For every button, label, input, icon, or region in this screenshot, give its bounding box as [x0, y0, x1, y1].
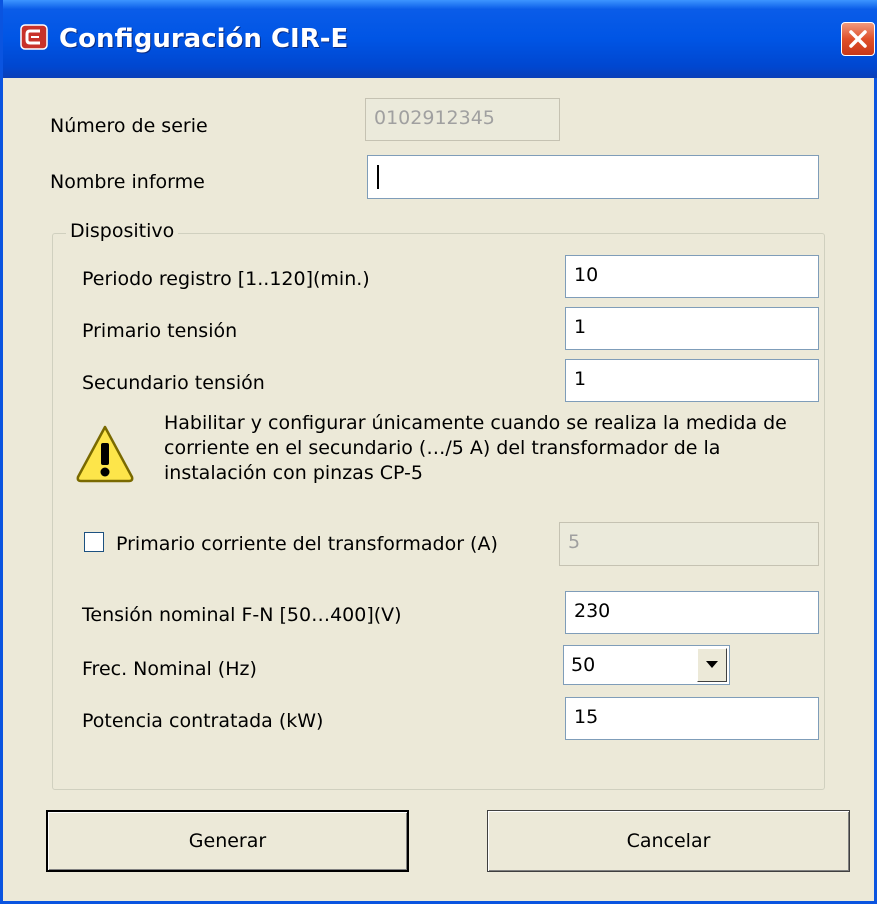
window-title: Configuración CIR-E	[59, 24, 349, 54]
serial-number-field: 0102912345	[365, 98, 560, 141]
device-group-title: Dispositivo	[66, 220, 179, 242]
nominal-freq-value: 50	[571, 654, 596, 676]
text-caret	[377, 165, 379, 189]
secondary-voltage-label: Secundario tensión	[82, 372, 265, 394]
generate-button[interactable]: Generar	[46, 810, 409, 872]
chevron-down-icon	[706, 661, 718, 668]
transformer-current-checkbox[interactable]	[84, 532, 104, 552]
report-name-label: Nombre informe	[50, 171, 205, 193]
cancel-button[interactable]: Cancelar	[487, 810, 850, 872]
app-logo-icon	[20, 24, 48, 50]
warning-line: Habilitar y configurar únicamente cuando…	[164, 412, 787, 434]
secondary-voltage-input[interactable]: 1	[565, 359, 819, 402]
dialog-window: Configuración CIR-E Número de serie 0102…	[0, 0, 877, 904]
serial-number-label: Número de serie	[50, 115, 208, 137]
period-label: Periodo registro [1..120](min.)	[82, 268, 370, 290]
close-icon	[849, 30, 867, 48]
report-name-input[interactable]	[367, 155, 819, 199]
warning-icon	[76, 425, 134, 483]
nominal-voltage-label: Tensión nominal F-N [50…400](V)	[82, 604, 402, 626]
nominal-voltage-input[interactable]: 230	[565, 591, 819, 634]
dialog-body: Número de serie 0102912345 Nombre inform…	[6, 78, 871, 898]
period-input[interactable]: 10	[565, 255, 819, 298]
transformer-current-label[interactable]: Primario corriente del transformador (A)	[116, 533, 498, 555]
title-bar[interactable]: Configuración CIR-E	[3, 0, 877, 78]
transformer-current-input: 5	[559, 522, 819, 566]
nominal-freq-label: Frec. Nominal (Hz)	[82, 658, 257, 680]
primary-voltage-label: Primario tensión	[82, 320, 238, 342]
close-button[interactable]	[841, 22, 875, 56]
contracted-power-label: Potencia contratada (kW)	[82, 710, 324, 732]
warning-line: instalación con pinzas CP-5	[164, 462, 424, 484]
contracted-power-input[interactable]: 15	[565, 697, 819, 740]
nominal-freq-select[interactable]: 50	[563, 645, 730, 685]
primary-voltage-input[interactable]: 1	[565, 307, 819, 350]
dropdown-button[interactable]	[697, 648, 727, 682]
warning-message: Habilitar y configurar únicamente cuando…	[164, 411, 804, 486]
warning-line: corriente en el secundario (…/5 A) del t…	[164, 437, 721, 459]
